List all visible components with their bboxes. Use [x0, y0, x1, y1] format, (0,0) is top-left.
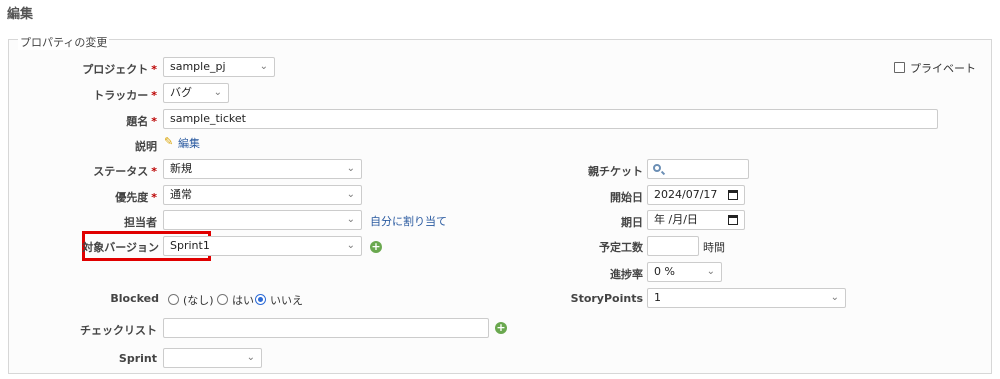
estimated-time-input[interactable] [647, 236, 699, 256]
page-title: 編集 [7, 7, 34, 22]
chevron-down-icon: ⌄ [346, 163, 355, 174]
due-date-input[interactable]: 年 /月/日 [647, 210, 745, 230]
chevron-down-icon: ⌄ [346, 189, 355, 200]
blocked-label: Blocked [110, 292, 159, 305]
blocked-radio-no[interactable] [255, 294, 266, 305]
add-version-icon[interactable]: + [370, 241, 382, 253]
start-date-label: 開始日 [610, 191, 643, 204]
calendar-icon[interactable] [728, 215, 738, 225]
sprint-label: Sprint [118, 352, 157, 365]
done-ratio-label: 進捗率 [610, 268, 643, 281]
status-label: ステータス * [93, 165, 157, 178]
search-icon [653, 164, 661, 172]
estimated-time-label: 予定工数 [599, 241, 643, 254]
story-points-label: StoryPoints [570, 292, 643, 305]
estimated-time-unit: 時間 [703, 241, 725, 254]
status-select[interactable]: 新規 ⌄ [163, 159, 362, 179]
pencil-icon: ✎ [164, 135, 174, 148]
blocked-radio-yes[interactable] [217, 294, 228, 305]
blocked-option-no: いいえ [270, 294, 303, 307]
chevron-down-icon: ⌄ [246, 352, 255, 363]
checklist-label: チェックリスト [80, 324, 157, 337]
assign-to-me-link[interactable]: 自分に割り当て [370, 213, 447, 229]
required-mark: * [151, 63, 157, 76]
add-checklist-icon[interactable]: + [495, 322, 507, 334]
subject-label: 題名 * [126, 115, 157, 128]
blocked-radio-none[interactable] [168, 294, 179, 305]
fieldset-legend: プロパティの変更 [18, 34, 110, 50]
chevron-down-icon: ⌄ [259, 61, 268, 72]
private-checkbox[interactable] [894, 62, 905, 73]
tracker-label: トラッカー * [93, 89, 157, 102]
priority-select[interactable]: 通常 ⌄ [163, 185, 362, 205]
subject-input[interactable]: sample_ticket [163, 109, 938, 129]
story-points-select[interactable]: 1 ⌄ [647, 288, 846, 308]
private-label: プライベート [910, 62, 976, 75]
target-version-select[interactable]: Sprint1 ⌄ [163, 236, 362, 256]
calendar-icon[interactable] [728, 190, 738, 200]
parent-ticket-input[interactable] [647, 159, 749, 179]
chevron-down-icon: ⌄ [346, 214, 355, 225]
chevron-down-icon: ⌄ [706, 266, 715, 277]
chevron-down-icon: ⌄ [346, 240, 355, 251]
assignee-label: 担当者 [124, 216, 157, 229]
done-ratio-select[interactable]: 0 % ⌄ [647, 262, 722, 282]
target-version-label: 対象バージョン [82, 241, 159, 254]
tracker-select[interactable]: バグ ⌄ [163, 83, 229, 103]
chevron-down-icon: ⌄ [830, 292, 839, 303]
parent-ticket-label: 親チケット [588, 165, 643, 178]
due-date-label: 期日 [621, 216, 643, 229]
assignee-select[interactable]: ⌄ [163, 210, 362, 230]
blocked-option-none: (なし) [183, 294, 214, 307]
project-label: プロジェクト * [82, 63, 157, 76]
checklist-input[interactable] [163, 318, 489, 338]
chevron-down-icon: ⌄ [213, 87, 222, 98]
start-date-input[interactable]: 2024/07/17 [647, 185, 745, 205]
project-select[interactable]: sample_pj ⌄ [163, 57, 275, 77]
description-edit-link[interactable]: 編集 [178, 135, 200, 151]
sprint-select[interactable]: ⌄ [163, 348, 262, 368]
priority-label: 優先度 * [115, 191, 157, 204]
description-label: 説明 [135, 140, 157, 153]
blocked-option-yes: はい [232, 294, 254, 307]
